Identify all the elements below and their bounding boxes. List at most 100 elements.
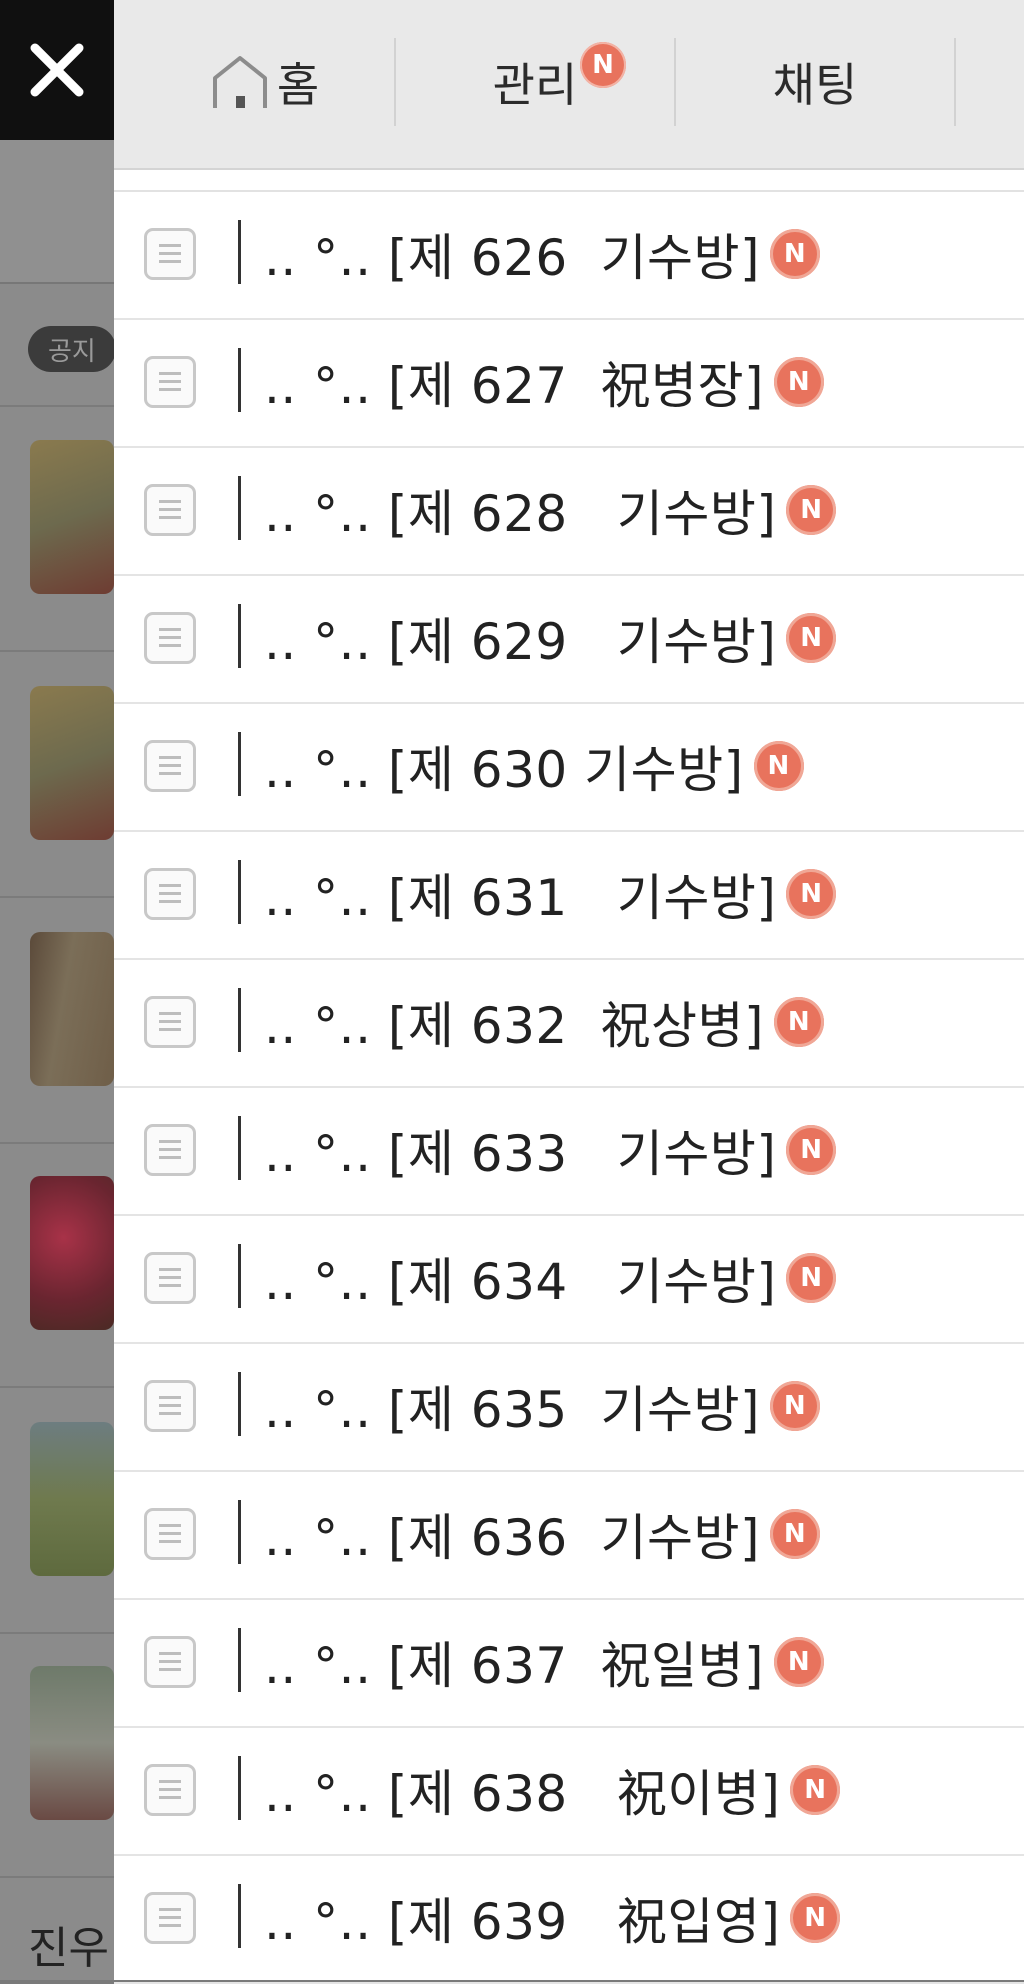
list-item-title: .. °.. [제 629 기수방] N — [264, 606, 837, 671]
document-icon — [144, 868, 196, 920]
vertical-divider — [238, 1628, 241, 1692]
new-badge: N — [786, 613, 837, 663]
vertical-divider — [238, 348, 241, 412]
document-icon — [144, 1380, 196, 1432]
list-item[interactable]: .. °.. [제 634 기수방] N — [114, 1216, 1024, 1344]
drawer-tab-bar: 홈 관리 N 채팅 — [114, 0, 1024, 170]
vertical-divider — [238, 476, 241, 540]
list-item-title: .. °.. [제 634 기수방] N — [264, 1246, 837, 1311]
vertical-divider — [238, 604, 241, 668]
list-item-title: .. °.. [제 638 祝이병] N — [264, 1758, 841, 1823]
document-icon — [144, 356, 196, 408]
list-item[interactable]: .. °.. [제 628 기수방] N — [114, 448, 1024, 576]
new-badge: N — [786, 1253, 837, 1303]
new-badge: N — [774, 1637, 824, 1687]
list-item-title: .. °.. [제 639 祝입영] N — [264, 1886, 841, 1951]
vertical-divider — [238, 1372, 241, 1436]
new-badge: N — [786, 1125, 837, 1175]
tab-chat-label: 채팅 — [772, 58, 858, 112]
list-item[interactable]: .. °.. [제 639 祝입영] N — [114, 1856, 1024, 1984]
new-badge: N — [770, 1381, 820, 1431]
list-item[interactable]: .. °.. [제 629 기수방] N — [114, 576, 1024, 704]
document-icon — [144, 740, 196, 792]
list-item-title: .. °.. [제 633 기수방] N — [264, 1118, 837, 1183]
tab-divider — [954, 38, 956, 126]
list-item[interactable]: .. °.. [제 627 祝병장] N — [114, 320, 1024, 448]
document-icon — [144, 1252, 196, 1304]
post-title-text: .. °.. [제 632 祝상병] — [264, 997, 764, 1055]
list-item-title: .. °.. [제 628 기수방] N — [264, 478, 837, 543]
document-icon — [144, 1124, 196, 1176]
vertical-divider — [238, 1116, 241, 1180]
list-item[interactable]: .. °.. [제 630 기수방] N — [114, 704, 1024, 832]
tab-home[interactable]: 홈 — [134, 38, 394, 126]
list-item[interactable]: .. °.. [제 631 기수방] N — [114, 832, 1024, 960]
list-item[interactable]: .. °.. [제 632 祝상병] N — [114, 960, 1024, 1088]
list-item-title: .. °.. [제 636 기수방] N — [264, 1502, 820, 1567]
post-title[interactable]: 진우 — [28, 1912, 109, 1976]
post-thumbnail[interactable] — [30, 1666, 114, 1820]
list-item[interactable]: .. °.. [제 637 祝일병] N — [114, 1600, 1024, 1728]
post-title-text: .. °.. [제 628 기수방] — [264, 485, 777, 543]
list-item-title: .. °.. [제 637 祝일병] N — [264, 1630, 824, 1695]
home-icon — [212, 56, 267, 108]
tab-home-label: 홈 — [276, 58, 320, 112]
new-badge: N — [580, 42, 626, 88]
list-item[interactable]: .. °.. [제 633 기수방] N — [114, 1088, 1024, 1216]
post-thumbnail[interactable] — [30, 1422, 114, 1576]
post-thumbnail[interactable] — [30, 440, 114, 594]
vertical-divider — [238, 860, 241, 924]
document-icon — [144, 1508, 196, 1560]
new-badge: N — [753, 741, 804, 791]
post-title-text: .. °.. [제 637 祝일병] — [264, 1637, 764, 1695]
post-title-text: .. °.. [제 634 기수방] — [264, 1253, 777, 1311]
tab-manage-label: 관리 — [492, 58, 578, 112]
list-item-title: .. °.. [제 635 기수방] N — [264, 1374, 820, 1439]
post-title-text: .. °.. [제 629 기수방] — [264, 613, 777, 671]
vertical-divider — [238, 1500, 241, 1564]
new-badge: N — [770, 229, 820, 279]
post-title-text: .. °.. [제 639 祝입영] — [264, 1893, 781, 1951]
list-item-title: .. °.. [제 632 祝상병] N — [264, 990, 824, 1055]
post-title-text: .. °.. [제 630 기수방] — [264, 741, 744, 799]
document-icon — [144, 1764, 196, 1816]
vertical-divider — [238, 732, 241, 796]
list-item[interactable]: .. °.. [제 636 기수방] N — [114, 1472, 1024, 1600]
list-item-title: .. °.. [제 627 祝병장] N — [264, 350, 824, 415]
post-thumbnail[interactable] — [30, 932, 114, 1086]
tab-manage[interactable]: 관리 — [396, 38, 674, 126]
new-badge: N — [774, 997, 824, 1047]
vertical-divider — [238, 1884, 241, 1948]
close-icon — [30, 43, 84, 97]
list-item[interactable]: .. °.. [제 638 祝이병] N — [114, 1728, 1024, 1856]
new-badge: N — [790, 1765, 841, 1815]
list-item-title: .. °.. [제 631 기수방] N — [264, 862, 837, 927]
post-thumbnail[interactable] — [30, 686, 114, 840]
new-badge: N — [790, 1893, 841, 1943]
notice-badge: 공지 — [28, 326, 116, 372]
vertical-divider — [238, 220, 241, 284]
post-title-text: .. °.. [제 627 祝병장] — [264, 357, 764, 415]
document-icon — [144, 228, 196, 280]
new-badge: N — [774, 357, 824, 407]
post-title-text: .. °.. [제 635 기수방] — [264, 1381, 760, 1439]
vertical-divider — [238, 988, 241, 1052]
post-title-text: .. °.. [제 626 기수방] — [264, 229, 760, 287]
list-item[interactable]: .. °.. [제 626 기수방] N — [114, 192, 1024, 320]
post-thumbnail[interactable] — [30, 1176, 114, 1330]
list-item-title: .. °.. [제 626 기수방] N — [264, 222, 820, 287]
document-icon — [144, 612, 196, 664]
new-badge: N — [770, 1509, 820, 1559]
document-icon — [144, 1636, 196, 1688]
document-icon — [144, 1892, 196, 1944]
new-badge: N — [786, 869, 837, 919]
list-item-title: .. °.. [제 630 기수방] N — [264, 734, 804, 799]
list-item[interactable]: .. °.. [제 635 기수방] N — [114, 1344, 1024, 1472]
post-title-text: .. °.. [제 638 祝이병] — [264, 1765, 781, 1823]
document-icon — [144, 484, 196, 536]
close-drawer-button[interactable] — [0, 0, 114, 140]
tab-chat[interactable]: 채팅 — [676, 38, 954, 126]
new-badge: N — [786, 485, 837, 535]
post-title-text: .. °.. [제 636 기수방] — [264, 1509, 760, 1567]
post-title-text: .. °.. [제 633 기수방] — [264, 1125, 777, 1183]
